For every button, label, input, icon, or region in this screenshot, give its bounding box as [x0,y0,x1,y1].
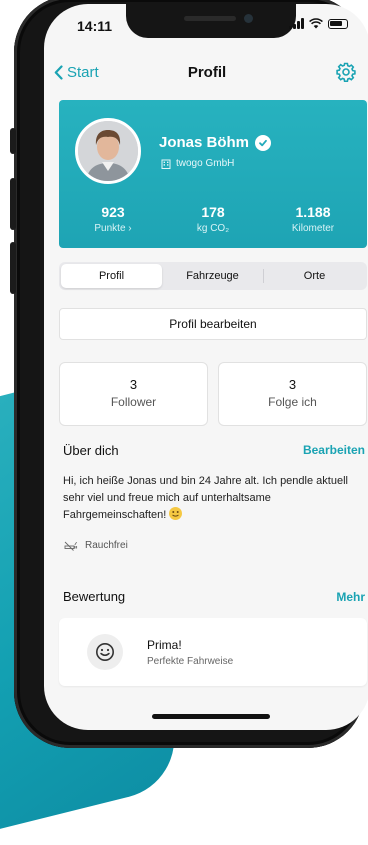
status-time: 14:11 [77,18,113,34]
notch [126,4,296,38]
screen: 14:11 Start Profil Jonas Böhm twogo GmbH… [44,4,368,730]
stat-kilometers-value: 1.188 [295,204,331,220]
company-name: twogo GmbH [176,158,235,169]
rating-title: Bewertung [63,589,126,604]
smiley-icon [87,634,123,670]
followers-label: Follower [110,395,157,409]
rating-item-subtitle: Perfekte Fahrweise [147,656,234,667]
profile-name-row: Jonas Böhm [159,134,272,151]
following-count: 3 [288,377,297,392]
following-label: Folge ich [268,395,317,409]
no-smoking-icon [64,541,78,551]
profile-tabs: Profil Fahrzeuge Orte [59,262,367,290]
about-edit-link[interactable]: Bearbeiten [303,443,365,457]
signal-icon [289,18,304,29]
rating-card[interactable]: Prima! Perfekte Fahrweise [59,618,367,686]
page-title: Profil [187,64,227,81]
stat-kilometers: 1.188 Kilometer [263,204,363,234]
status-icons [289,18,348,29]
tab-fahrzeuge[interactable]: Fahrzeuge [162,264,263,288]
home-indicator[interactable] [152,714,270,719]
settings-button[interactable] [336,62,356,87]
about-title: Über dich [63,443,119,458]
stat-kilometers-label: Kilometer [291,223,335,234]
stat-co2-label: kg CO₂ [196,223,230,234]
stat-points-label: Punkte › [94,223,132,234]
following-button[interactable]: 3 Folge ich [218,362,367,426]
stat-co2-value: 178 [201,204,225,220]
smoke-free-label: Rauchfrei [85,540,128,551]
stat-co2: 178 kg CO₂ [163,204,263,234]
smiley-emoji-icon [169,507,183,520]
volume-up-button [10,178,16,230]
battery-icon [328,18,348,29]
followers-count: 3 [129,377,138,392]
profile-card: Jonas Böhm twogo GmbH 923 Punkte › 178 k… [59,100,367,248]
wifi-icon [309,18,323,29]
company-row: twogo GmbH [161,158,234,169]
tab-profil[interactable]: Profil [61,264,162,288]
about-text-block: Hi, ich heiße Jonas und bin 24 Jahre alt… [63,473,363,524]
mute-switch [10,128,16,154]
edit-profile-button[interactable]: Profil bearbeiten [59,308,367,340]
stat-points-value: 923 [101,204,125,220]
rating-more-link[interactable]: Mehr [336,590,365,604]
nav-bar: Start Profil [44,60,368,90]
tab-orte[interactable]: Orte [264,264,365,288]
building-icon [161,159,171,169]
avatar [75,118,141,184]
volume-down-button [10,242,16,294]
gear-icon [336,62,356,83]
profile-name: Jonas Böhm [159,134,250,151]
phone-frame: 14:11 Start Profil Jonas Böhm twogo GmbH… [10,0,368,748]
about-text: Hi, ich heiße Jonas und bin 24 Jahre alt… [63,475,348,521]
smoke-free-tag: Rauchfrei [64,540,128,551]
stat-points[interactable]: 923 Punkte › [63,204,163,234]
verified-icon [255,134,272,151]
followers-button[interactable]: 3 Follower [59,362,208,426]
rating-item-title: Prima! [147,638,182,652]
